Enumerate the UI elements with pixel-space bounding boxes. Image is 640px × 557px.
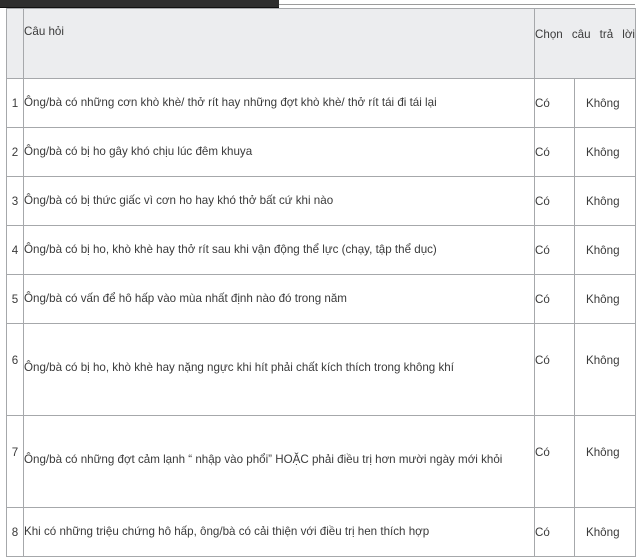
- row-question: Ông/bà có vấn để hô hấp vào mùa nhất địn…: [23, 274, 535, 324]
- answer-no-option[interactable]: Không: [573, 225, 637, 275]
- page-top-rule: [279, 4, 635, 5]
- row-index: 1: [6, 78, 24, 128]
- questionnaire-table-wrapper: Câu hỏi Chọn câu trả lời 1 Ông/bà có nhữ…: [6, 8, 637, 557]
- row-question: Khi có những triệu chứng hô hấp, ông/bà …: [23, 507, 535, 557]
- table-row: 1 Ông/bà có những cơn khò khè/ thở rít h…: [6, 78, 637, 128]
- row-question: Ông/bà có những đợt cảm lạnh “ nhập vào …: [23, 415, 535, 508]
- header-answer-label: Chọn câu trả lời: [535, 28, 636, 42]
- table-row: 3 Ông/bà có bị thức giấc vì cơn ho hay k…: [6, 176, 637, 226]
- table-row: 2 Ông/bà có bị ho gây khó chịu lúc đêm k…: [6, 127, 637, 177]
- table-header: Câu hỏi Chọn câu trả lời: [6, 8, 637, 79]
- answer-no-option[interactable]: Không: [573, 127, 637, 177]
- table-row: 5 Ông/bà có vấn để hô hấp vào mùa nhất đ…: [6, 274, 637, 324]
- table-body: 1 Ông/bà có những cơn khò khè/ thở rít h…: [6, 78, 637, 557]
- questionnaire-table: Câu hỏi Chọn câu trả lời 1 Ông/bà có nhữ…: [6, 8, 637, 557]
- answer-yes-option[interactable]: Có: [534, 127, 575, 177]
- row-question-text: Ông/bà có bị ho, khò khè hay nặng ngực k…: [24, 361, 454, 375]
- answer-yes-option[interactable]: Có: [534, 225, 575, 275]
- row-question: Ông/bà có bị ho, khò khè hay nặng ngực k…: [23, 323, 535, 416]
- row-question-text: Ông/bà có những đợt cảm lạnh “ nhập vào …: [24, 453, 503, 467]
- row-question: Ông/bà có những cơn khò khè/ thở rít hay…: [23, 78, 535, 128]
- answer-yes-option[interactable]: Có: [534, 323, 575, 416]
- table-row: 7 Ông/bà có những đợt cảm lạnh “ nhập và…: [6, 415, 637, 508]
- header-index: [6, 8, 24, 79]
- row-index: 4: [6, 225, 24, 275]
- answer-no-option[interactable]: Không: [573, 274, 637, 324]
- page-root: Câu hỏi Chọn câu trả lời 1 Ông/bà có nhữ…: [0, 0, 640, 557]
- answer-yes-option[interactable]: Có: [534, 176, 575, 226]
- answer-no-option[interactable]: Không: [573, 176, 637, 226]
- header-question: Câu hỏi: [23, 8, 535, 79]
- answer-yes-option[interactable]: Có: [534, 78, 575, 128]
- header-answer: Chọn câu trả lời: [533, 8, 637, 79]
- table-row: 8 Khi có những triệu chứng hô hấp, ông/b…: [6, 507, 637, 557]
- answer-no-option[interactable]: Không: [573, 323, 637, 416]
- answer-yes-option[interactable]: Có: [534, 507, 575, 557]
- page-top-bar: [0, 0, 279, 8]
- table-row: 6 Ông/bà có bị ho, khò khè hay nặng ngực…: [6, 323, 637, 416]
- answer-yes-option[interactable]: Có: [534, 274, 575, 324]
- header-row: Câu hỏi Chọn câu trả lời: [6, 8, 637, 79]
- answer-no-option[interactable]: Không: [573, 78, 637, 128]
- row-index: 7: [6, 415, 24, 508]
- row-question: Ông/bà có bị ho, khò khè hay thở rít sau…: [23, 225, 535, 275]
- answer-yes-option[interactable]: Có: [534, 415, 575, 508]
- answer-no-option[interactable]: Không: [573, 415, 637, 508]
- row-question: Ông/bà có bị thức giấc vì cơn ho hay khó…: [23, 176, 535, 226]
- table-row: 4 Ông/bà có bị ho, khò khè hay thở rít s…: [6, 225, 637, 275]
- row-index: 6: [6, 323, 24, 416]
- row-index: 3: [6, 176, 24, 226]
- answer-no-option[interactable]: Không: [573, 507, 637, 557]
- header-question-label: Câu hỏi: [24, 25, 64, 38]
- row-question: Ông/bà có bị ho gây khó chịu lúc đêm khu…: [23, 127, 535, 177]
- row-index: 2: [6, 127, 24, 177]
- row-index: 5: [6, 274, 24, 324]
- row-index: 8: [6, 507, 24, 557]
